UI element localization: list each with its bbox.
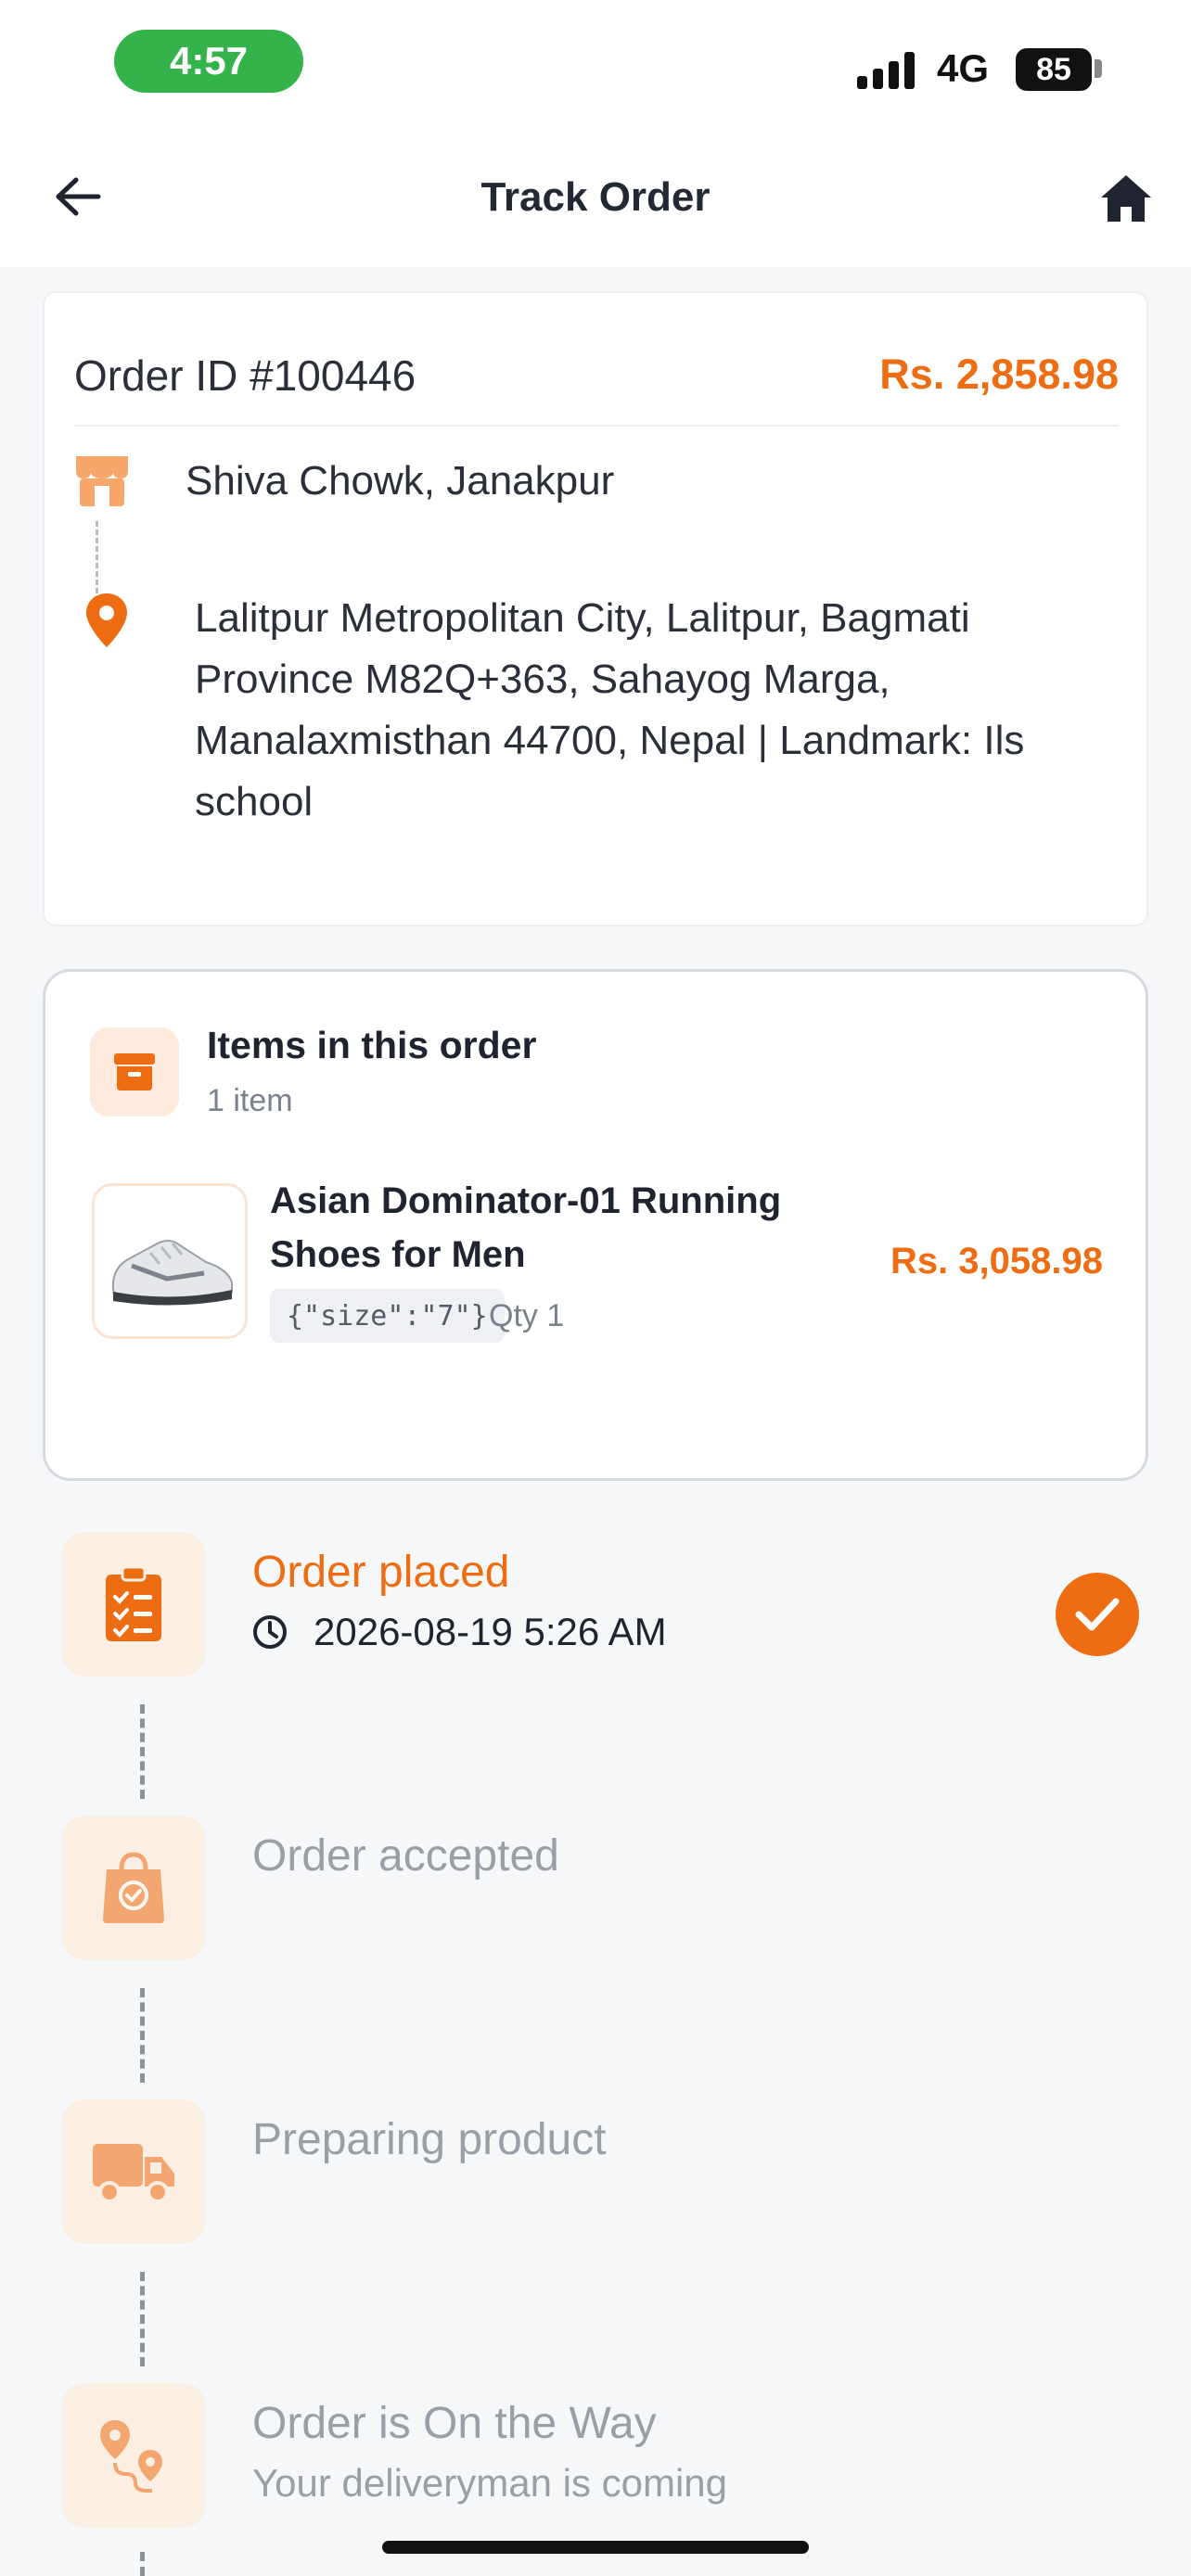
timeline-connector bbox=[140, 2552, 145, 2576]
step-title: Order accepted bbox=[252, 1831, 559, 1881]
battery-level: 85 bbox=[1016, 48, 1092, 91]
delivery-address: Lalitpur Metropolitan City, Lalitpur, Ba… bbox=[195, 595, 1025, 824]
step-time-text: 2026-08-19 5:26 AM bbox=[314, 1610, 667, 1653]
product-image[interactable] bbox=[92, 1183, 248, 1339]
network-type: 4G bbox=[937, 46, 990, 90]
signal-icon bbox=[857, 48, 918, 89]
step-title: Preparing product bbox=[252, 2115, 607, 2164]
step-title: Order is On the Way bbox=[252, 2399, 657, 2448]
shopping-bag-icon bbox=[61, 1816, 206, 1960]
clock-icon bbox=[253, 1615, 287, 1649]
order-total: Rs. 2,858.98 bbox=[879, 351, 1119, 398]
timeline-connector bbox=[140, 1988, 145, 2083]
store-address: Shiva Chowk, Janakpur bbox=[186, 458, 615, 504]
timeline-connector bbox=[140, 2272, 145, 2366]
location-pin-icon bbox=[86, 593, 127, 647]
step-timestamp: 2026-08-19 5:26 AM bbox=[252, 1610, 667, 1654]
page-title: Track Order bbox=[480, 174, 711, 220]
battery-icon bbox=[1095, 59, 1102, 78]
items-count: 1 item bbox=[207, 1083, 293, 1118]
home-indicator[interactable] bbox=[382, 2541, 809, 2554]
order-address-card: Order ID #100446 Rs. 2,858.98 Shiva Chow… bbox=[43, 291, 1148, 926]
product-price: Rs. 3,058.98 bbox=[890, 1241, 1103, 1282]
home-button[interactable] bbox=[1095, 167, 1158, 230]
product-name: Asian Dominator-01 Running Shoes for Men bbox=[270, 1180, 782, 1275]
product-variant: {"size":"7"} bbox=[270, 1289, 505, 1343]
status-bar: 4:57 4G 85 bbox=[0, 0, 1191, 139]
items-heading: Items in this order bbox=[207, 1024, 537, 1066]
step-title: Order placed bbox=[252, 1548, 510, 1597]
delivery-truck-icon bbox=[61, 2099, 206, 2244]
home-icon bbox=[1101, 175, 1151, 222]
archive-box-icon bbox=[90, 1027, 179, 1116]
route-connector bbox=[96, 521, 98, 593]
divider bbox=[74, 425, 1119, 427]
timeline-connector bbox=[140, 1704, 145, 1799]
top-app-bar: Track Order bbox=[0, 139, 1191, 267]
check-circle-icon bbox=[1056, 1573, 1139, 1656]
step-subtitle: Your deliveryman is coming bbox=[252, 2461, 728, 2505]
clipboard-check-icon bbox=[61, 1532, 206, 1677]
order-items-card: Items in this order 1 item Asian Dominat… bbox=[43, 969, 1148, 1481]
sneaker-icon bbox=[111, 1240, 233, 1306]
route-pin-icon bbox=[61, 2383, 206, 2528]
status-time: 4:57 bbox=[114, 30, 303, 93]
product-quantity: Qty 1 bbox=[489, 1298, 565, 1333]
store-icon bbox=[76, 456, 128, 506]
order-id: Order ID #100446 bbox=[74, 351, 416, 400]
